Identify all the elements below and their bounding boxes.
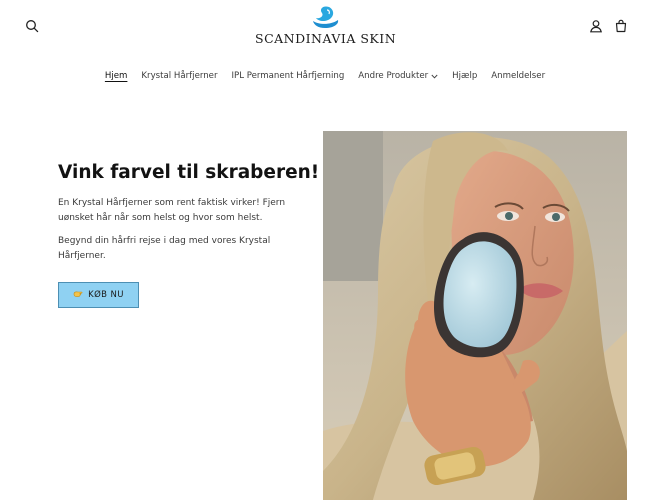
nav-item-label: Hjælp	[452, 71, 478, 81]
nav-item-label: Krystal Hårfjerner	[141, 71, 218, 81]
chevron-down-icon	[431, 74, 438, 79]
buy-now-label: KØB NU	[88, 290, 124, 300]
nav-item-hjem[interactable]: Hjem	[98, 66, 135, 86]
cart-icon[interactable]	[611, 16, 631, 36]
nav-item-label: IPL Permanent Hårfjerning	[231, 71, 345, 81]
hand-icon	[73, 290, 83, 300]
swan-logo-icon	[313, 6, 339, 28]
hero-image	[323, 131, 627, 500]
site-header: SCANDINAVIA SKIN	[0, 0, 650, 58]
nav-item-ipl[interactable]: IPL Permanent Hårfjerning	[225, 66, 352, 86]
nav-item-hjaelp[interactable]: Hjælp	[445, 66, 484, 86]
hero-description: En Krystal Hårfjerner som rent faktisk v…	[58, 198, 286, 223]
hero-title: Vink farvel til skraberen! 👋	[58, 161, 349, 183]
hero-title-text: Vink farvel til skraberen!	[58, 162, 320, 183]
site-logo[interactable]: SCANDINAVIA SKIN	[255, 4, 397, 52]
buy-now-button[interactable]: KØB NU	[58, 282, 139, 308]
logo-text: SCANDINAVIA SKIN	[255, 31, 397, 46]
nav-item-label: Andre Produkter	[358, 71, 429, 81]
hero-description-secondary: Begynd din hårfri rejse i dag med vores …	[58, 236, 271, 261]
nav-item-label: Anmeldelser	[491, 71, 546, 81]
account-icon[interactable]	[586, 16, 606, 36]
nav-item-andre-produkter[interactable]: Andre Produkter	[351, 66, 445, 86]
nav-item-anmeldelser[interactable]: Anmeldelser	[484, 66, 552, 86]
nav-item-label: Hjem	[104, 71, 128, 81]
nav-item-krystal-harfjerner[interactable]: Krystal Hårfjerner	[134, 66, 224, 86]
main-navigation: Hjem Krystal Hårfjerner IPL Permanent Hå…	[0, 66, 650, 86]
search-icon[interactable]	[22, 16, 42, 36]
